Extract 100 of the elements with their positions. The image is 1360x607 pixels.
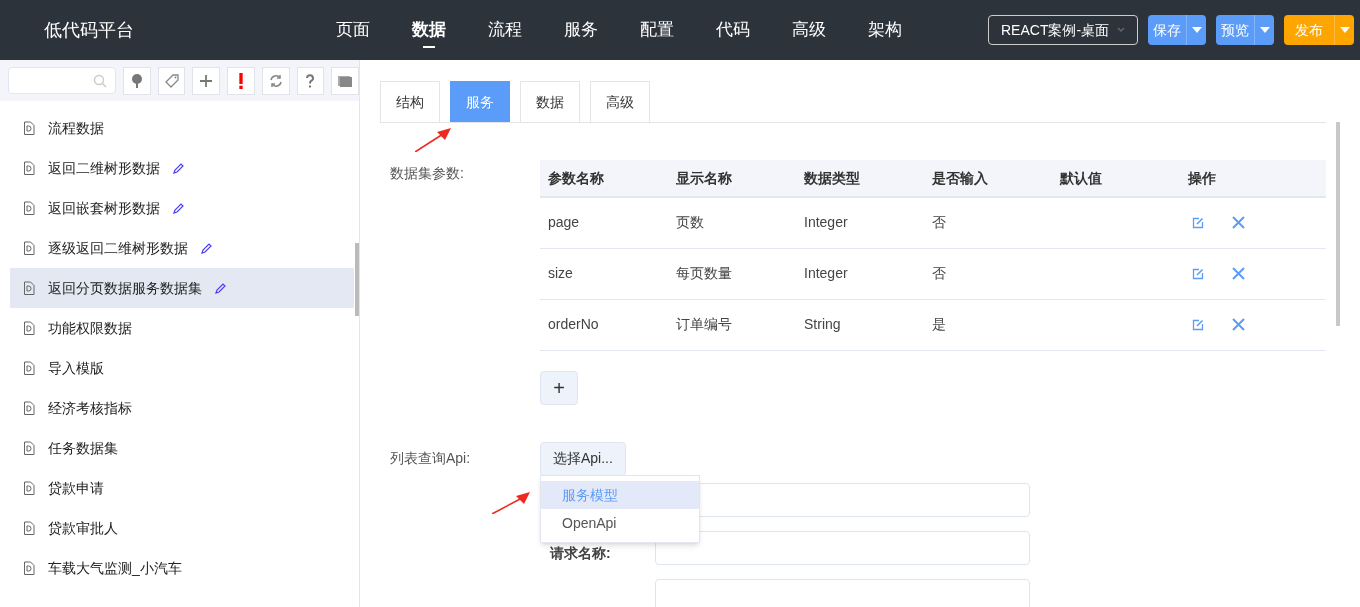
- input-field[interactable]: [655, 578, 1030, 607]
- tab[interactable]: 数据: [520, 81, 580, 122]
- pencil-icon: [173, 162, 184, 174]
- pencil-icon: [201, 242, 212, 254]
- column-header: 显示名称: [668, 160, 796, 197]
- nav-tab[interactable]: 架构: [847, 0, 923, 60]
- refresh-icon: [267, 72, 284, 89]
- toolbar-button[interactable]: [122, 66, 151, 95]
- project-select[interactable]: REACT案例-桌面: [988, 15, 1138, 45]
- item-label: 贷款审批人: [48, 518, 118, 538]
- table-cell: 页数: [676, 214, 704, 231]
- table-cell: 是: [932, 316, 946, 332]
- document-icon: [23, 520, 35, 536]
- tab[interactable]: 结构: [380, 81, 440, 122]
- sidebar-item[interactable]: 返回二维树形数据: [10, 148, 354, 188]
- table-cell: 否: [932, 214, 946, 231]
- document-icon: [23, 440, 35, 456]
- sidebar-item[interactable]: 逐级返回二维树形数据: [10, 228, 354, 268]
- table-cell: orderNo: [548, 316, 599, 332]
- document-icon: [23, 560, 35, 576]
- close-icon[interactable]: [1232, 318, 1245, 331]
- toolbar-button[interactable]: [227, 66, 255, 95]
- plus-icon: [198, 72, 215, 89]
- sidebar-item[interactable]: 贷款审批人: [10, 508, 354, 548]
- add-button[interactable]: +: [540, 370, 578, 405]
- select-api-button[interactable]: 选择Api...: [540, 441, 626, 476]
- field-label: 请求名称:: [550, 544, 612, 563]
- exclamation-icon: [238, 72, 243, 89]
- input-field[interactable]: [655, 530, 1030, 565]
- menu-item[interactable]: OpenApi: [541, 509, 699, 537]
- sidebar-item[interactable]: 经济考核指标: [10, 388, 354, 428]
- chevron-icon: [1117, 27, 1125, 33]
- sidebar-item[interactable]: 功能权限数据: [10, 308, 354, 348]
- sidebar-item[interactable]: 导入模版: [10, 348, 354, 388]
- tab[interactable]: 高级: [590, 81, 650, 122]
- sidebar-item[interactable]: 返回嵌套树形数据: [10, 188, 354, 228]
- field-label: 列表查询Api:: [389, 449, 472, 468]
- column-header: 参数名称: [540, 160, 668, 197]
- caret-icon: [1259, 27, 1270, 33]
- item-label: 贷款申请: [48, 478, 104, 498]
- document-icon: [23, 480, 35, 496]
- nav-tab[interactable]: 配置: [619, 0, 695, 60]
- caret-icon: [1191, 27, 1202, 33]
- search-field[interactable]: [8, 67, 116, 94]
- table-cell: 订单编号: [676, 316, 732, 332]
- document-icon: [23, 120, 35, 136]
- pencil-icon: [215, 282, 226, 294]
- table-cell: String: [804, 316, 841, 332]
- caret-icon: [1339, 27, 1350, 33]
- dropdown-button[interactable]: [1334, 15, 1354, 45]
- table-cell: Integer: [804, 265, 848, 281]
- edit-icon[interactable]: [1192, 318, 1204, 331]
- item-label: 返回分页数据服务数据集: [48, 278, 202, 298]
- document-icon: [23, 200, 35, 216]
- nav-tab[interactable]: 服务: [543, 0, 619, 60]
- edit-icon[interactable]: [1192, 267, 1204, 280]
- table-cell: 否: [932, 265, 946, 281]
- arrow-drawing: [415, 128, 451, 152]
- close-icon[interactable]: [1232, 267, 1245, 280]
- edit-icon[interactable]: [1192, 216, 1204, 229]
- document-icon: [23, 400, 35, 416]
- table-cell: 每页数量: [676, 265, 732, 281]
- nav-tab[interactable]: 代码: [695, 0, 771, 60]
- item-label: 返回二维树形数据: [48, 158, 160, 178]
- toolbar-button[interactable]: [192, 66, 221, 95]
- sidebar-item[interactable]: 任务数据集: [10, 428, 354, 468]
- column-header: 操作: [1180, 160, 1326, 197]
- app-title: 低代码平台: [44, 18, 135, 42]
- dropdown-button[interactable]: [1186, 15, 1206, 45]
- item-label: 导入模版: [48, 358, 104, 378]
- nav-tab[interactable]: 页面: [315, 0, 391, 60]
- document-icon: [23, 160, 35, 176]
- column-header: 默认值: [1052, 160, 1180, 197]
- item-label: 逐级返回二维树形数据: [48, 238, 188, 258]
- toolbar-button[interactable]: [331, 66, 359, 95]
- document-icon: [23, 360, 35, 376]
- sidebar-item[interactable]: 贷款申请: [10, 468, 354, 508]
- search-icon: [92, 73, 107, 88]
- nav-tab[interactable]: 流程: [467, 0, 543, 60]
- dropdown-button[interactable]: [1254, 15, 1274, 45]
- item-label: 经济考核指标: [48, 398, 132, 418]
- toolbar-button[interactable]: [157, 66, 186, 95]
- close-icon[interactable]: [1232, 216, 1245, 230]
- arrow-drawing: [492, 492, 530, 514]
- sidebar-item[interactable]: 车载大气监测_小汽车: [10, 548, 354, 588]
- column-header: 数据类型: [796, 160, 924, 197]
- sidebar-item[interactable]: 返回分页数据服务数据集: [10, 268, 354, 308]
- item-label: 功能权限数据: [48, 318, 132, 338]
- nav-tab[interactable]: 高级: [771, 0, 847, 60]
- toolbar-button[interactable]: [261, 66, 290, 95]
- table-cell: page: [548, 214, 580, 231]
- item-label: 车载大气监测_小汽车: [48, 558, 182, 578]
- document-icon: [23, 320, 35, 336]
- table-cell: size: [548, 265, 573, 281]
- sidebar-item[interactable]: 流程数据: [10, 108, 354, 148]
- document-icon: [23, 280, 35, 296]
- item-label: 任务数据集: [48, 438, 118, 458]
- toolbar-button[interactable]: [296, 66, 325, 95]
- nav-tab[interactable]: 数据: [391, 0, 467, 60]
- item-label: 流程数据: [48, 118, 104, 138]
